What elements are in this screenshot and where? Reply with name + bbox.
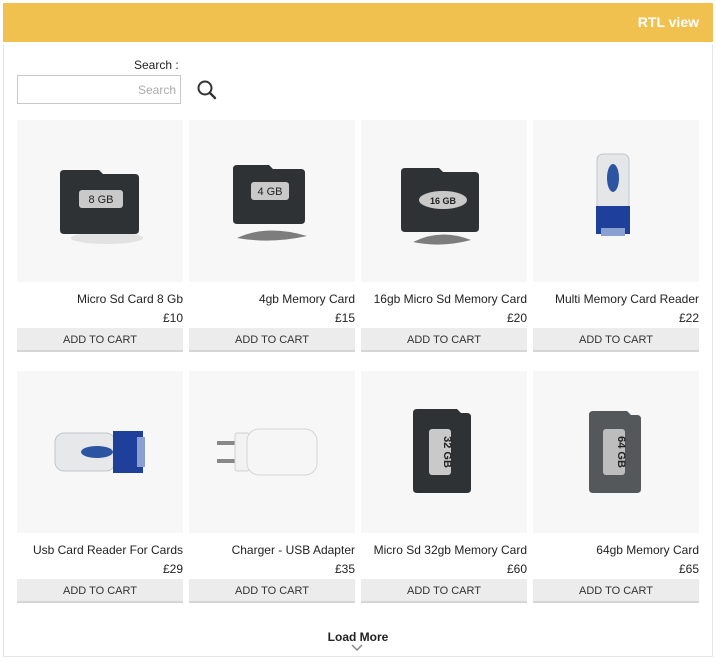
product-image[interactable]: 64 GB <box>533 371 699 533</box>
product-name[interactable]: Micro Sd Card 8 Gb <box>77 292 183 306</box>
search-icon[interactable] <box>196 79 218 101</box>
product-name[interactable]: Micro Sd 32gb Memory Card <box>374 543 527 557</box>
product-price: £35 <box>334 562 355 576</box>
search-label: Search : <box>134 58 179 72</box>
product-image[interactable] <box>533 120 699 282</box>
chevron-down-icon[interactable] <box>351 644 363 652</box>
card-capacity-label: 64 GB <box>615 436 627 468</box>
product-name[interactable]: Charger - USB Adapter <box>232 543 355 557</box>
view-mode-title: RTL view <box>637 14 699 30</box>
product-name[interactable]: Multi Memory Card Reader <box>555 292 699 306</box>
add-to-cart-button[interactable]: ADD TO CART <box>189 328 355 352</box>
add-to-cart-button[interactable]: ADD TO CART <box>361 328 527 352</box>
card-capacity-label: 4 GB <box>257 186 282 198</box>
search-input[interactable] <box>17 75 181 104</box>
add-to-cart-button[interactable]: ADD TO CART <box>17 328 183 352</box>
product-image[interactable] <box>17 371 183 533</box>
add-to-cart-button[interactable]: ADD TO CART <box>361 579 527 603</box>
product-price: £15 <box>334 311 355 325</box>
product-image[interactable]: 32 GB <box>361 371 527 533</box>
header-bar: RTL view <box>3 3 713 42</box>
load-more-button[interactable]: Load More <box>0 630 716 644</box>
product-image[interactable]: 16 GB <box>361 120 527 282</box>
product-image[interactable]: 8 GB <box>17 120 183 282</box>
product-price: £60 <box>506 562 527 576</box>
product-price: £65 <box>678 562 699 576</box>
card-capacity-label: 32 GB <box>441 436 453 468</box>
product-price: £20 <box>506 311 527 325</box>
product-price: £22 <box>678 311 699 325</box>
product-name[interactable]: 4gb Memory Card <box>259 292 355 306</box>
product-price: £29 <box>162 562 183 576</box>
add-to-cart-button[interactable]: ADD TO CART <box>533 579 699 603</box>
product-price: £10 <box>162 311 183 325</box>
product-image[interactable] <box>189 371 355 533</box>
product-name[interactable]: Usb Card Reader For Cards <box>33 543 183 557</box>
product-image[interactable]: 4 GB <box>189 120 355 282</box>
card-capacity-label: 8 GB <box>88 194 113 206</box>
card-capacity-label: 16 GB <box>430 196 457 206</box>
add-to-cart-button[interactable]: ADD TO CART <box>533 328 699 352</box>
add-to-cart-button[interactable]: ADD TO CART <box>189 579 355 603</box>
product-name[interactable]: 16gb Micro Sd Memory Card <box>374 292 527 306</box>
add-to-cart-button[interactable]: ADD TO CART <box>17 579 183 603</box>
product-name[interactable]: 64gb Memory Card <box>596 543 699 557</box>
